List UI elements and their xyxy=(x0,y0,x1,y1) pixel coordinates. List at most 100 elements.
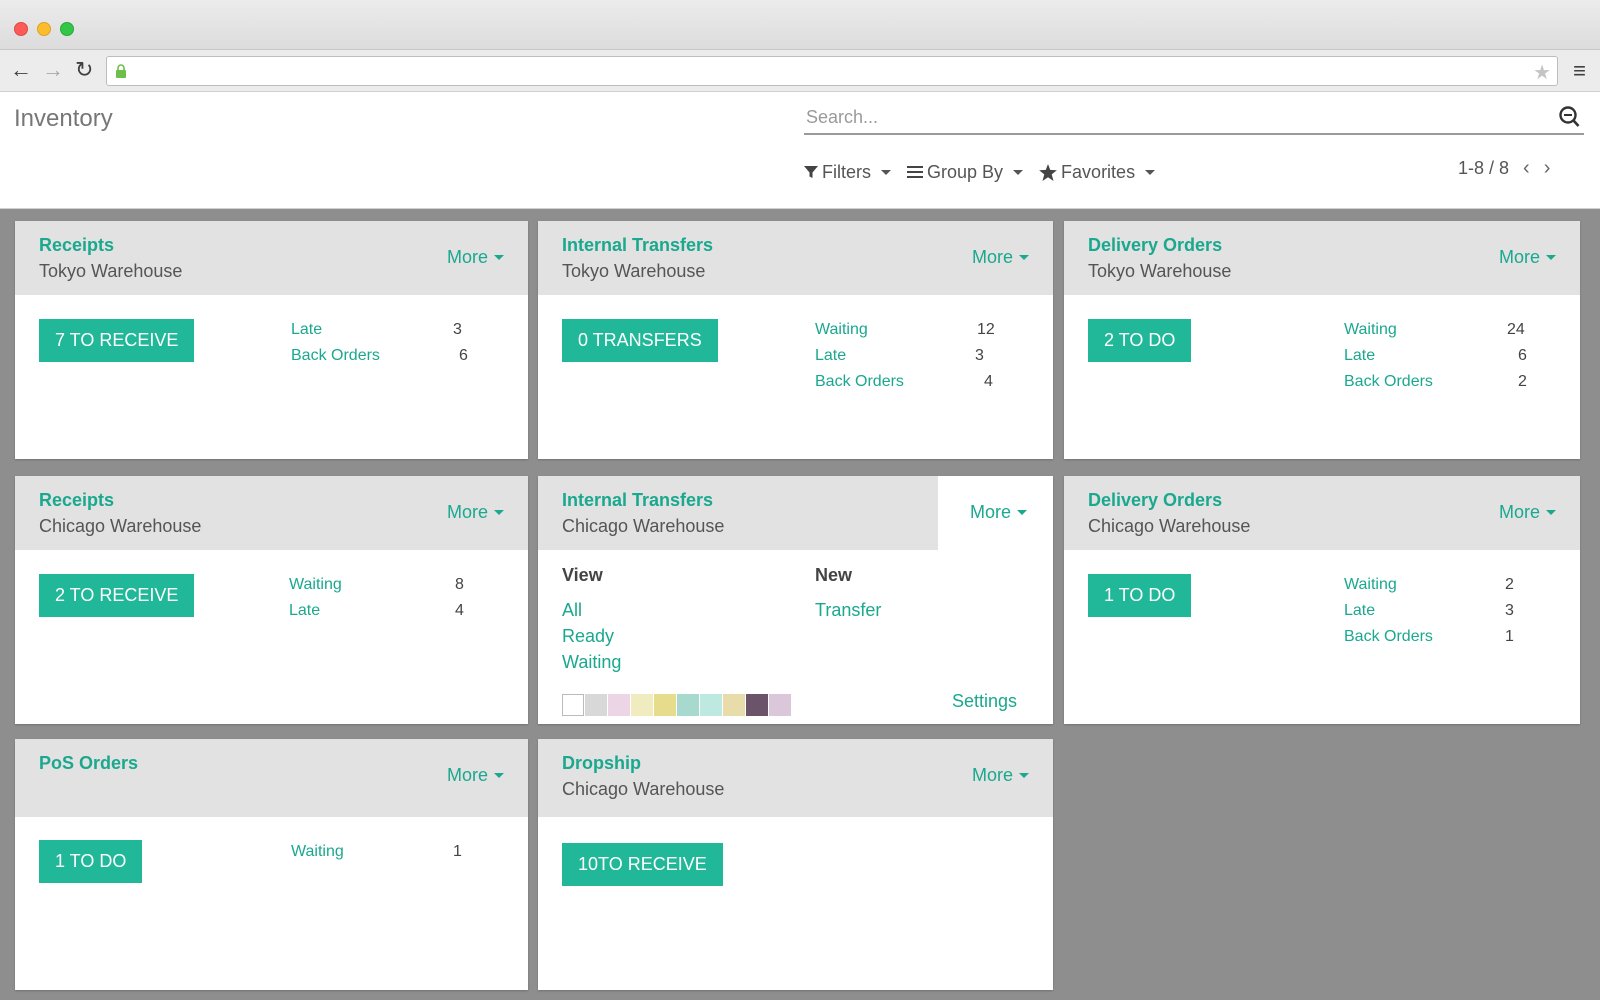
more-label: More xyxy=(969,502,1011,522)
color-swatch[interactable] xyxy=(654,694,676,716)
favorites-dropdown[interactable]: Favorites xyxy=(1039,162,1156,183)
search-input[interactable] xyxy=(806,103,1506,131)
more-label: More xyxy=(971,247,1013,267)
stat-label-waiting[interactable]: Waiting xyxy=(289,576,342,594)
kanban-card[interactable]: Internal Transfers Tokyo Warehouse More … xyxy=(538,221,1053,459)
to-do-button[interactable]: 2 TO DO xyxy=(1088,319,1192,362)
card-title[interactable]: Receipts xyxy=(39,235,114,256)
color-swatch[interactable] xyxy=(562,694,584,716)
kanban-card[interactable]: Delivery Orders Chicago Warehouse More 1… xyxy=(1064,476,1580,724)
card-title[interactable]: Internal Transfers xyxy=(562,235,713,256)
stat-label-back-orders[interactable]: Back Orders xyxy=(1344,628,1433,646)
card-subtitle: Chicago Warehouse xyxy=(1088,516,1251,536)
stat-label-waiting[interactable]: Waiting xyxy=(291,843,344,861)
color-swatch[interactable] xyxy=(700,694,722,716)
zoom-window-button[interactable] xyxy=(60,22,74,36)
more-dropdown[interactable]: More xyxy=(447,765,504,786)
kanban-card-menu-open[interactable]: Internal Transfers Chicago Warehouse Mor… xyxy=(538,476,1053,724)
color-swatch[interactable] xyxy=(769,694,791,716)
to-do-button[interactable]: 1 TO DO xyxy=(1088,574,1192,617)
stat-label-back-orders[interactable]: Back Orders xyxy=(815,373,904,391)
more-dropdown[interactable]: More xyxy=(447,247,504,268)
list-icon xyxy=(907,166,923,178)
kanban-card[interactable]: Receipts Chicago Warehouse More 2 TO REC… xyxy=(15,476,528,724)
more-label: More xyxy=(1498,502,1540,522)
caret-down-icon xyxy=(1013,169,1024,175)
title-bar xyxy=(0,0,1600,50)
card-header: Delivery Orders Tokyo Warehouse More xyxy=(1064,221,1580,295)
card-title[interactable]: Receipts xyxy=(39,490,114,511)
card-title[interactable]: Dropship xyxy=(562,753,641,774)
star-icon xyxy=(1039,163,1057,181)
card-title[interactable]: Delivery Orders xyxy=(1088,490,1222,511)
stat-label-late[interactable]: Late xyxy=(1344,347,1375,365)
filters-dropdown[interactable]: Filters xyxy=(804,162,891,183)
stat-value: 24 xyxy=(1507,321,1525,338)
more-dropdown[interactable]: More xyxy=(447,502,504,523)
close-window-button[interactable] xyxy=(14,22,28,36)
pager-value[interactable]: 1-8 / 8 xyxy=(1458,158,1509,179)
stat-label-late[interactable]: Late xyxy=(815,347,846,365)
color-swatch[interactable] xyxy=(608,694,630,716)
more-dropdown[interactable]: More xyxy=(1499,502,1556,523)
stat-value: 6 xyxy=(459,347,468,364)
to-receive-button[interactable]: 2 TO RECEIVE xyxy=(39,574,195,617)
view-all-link[interactable]: All xyxy=(562,600,582,621)
kanban-card[interactable]: Dropship Chicago Warehouse More 10TO REC… xyxy=(538,739,1053,990)
to-receive-button[interactable]: 7 TO RECEIVE xyxy=(39,319,195,362)
bookmark-star-icon[interactable]: ★ xyxy=(1533,60,1551,85)
card-subtitle: Chicago Warehouse xyxy=(562,779,725,799)
more-dropdown[interactable]: More xyxy=(1499,247,1556,268)
caret-down-icon xyxy=(1145,169,1156,175)
card-title[interactable]: Internal Transfers xyxy=(562,490,713,511)
chevron-left-icon[interactable]: ‹ xyxy=(1523,157,1530,180)
color-swatch[interactable] xyxy=(723,694,745,716)
minimize-window-button[interactable] xyxy=(37,22,51,36)
more-dropdown[interactable]: More xyxy=(972,765,1029,786)
stat-label-waiting[interactable]: Waiting xyxy=(815,321,868,339)
browser-toolbar: ← → ↻ ★ ≡ xyxy=(0,50,1600,92)
group-by-dropdown[interactable]: Group By xyxy=(907,162,1024,183)
browser-window: ← → ↻ ★ ≡ Inventory Filters xyxy=(0,0,1600,1000)
stat-label-late[interactable]: Late xyxy=(291,321,322,339)
card-title[interactable]: PoS Orders xyxy=(39,753,138,774)
stat-label-late[interactable]: Late xyxy=(1344,602,1375,620)
stat-value: 2 xyxy=(1518,373,1527,390)
stat-label-back-orders[interactable]: Back Orders xyxy=(291,347,380,365)
stat-value: 4 xyxy=(455,602,464,619)
kanban-card[interactable]: Delivery Orders Tokyo Warehouse More 2 T… xyxy=(1064,221,1580,459)
address-bar[interactable]: ★ xyxy=(106,56,1558,86)
forward-arrow-icon[interactable]: → xyxy=(42,58,64,82)
chevron-right-icon[interactable]: › xyxy=(1544,157,1551,180)
kanban-card[interactable]: PoS Orders More 1 TO DO Waiting 1 xyxy=(15,739,528,990)
more-label: More xyxy=(446,247,488,267)
more-dropdown[interactable]: More xyxy=(970,502,1027,523)
color-swatch[interactable] xyxy=(677,694,699,716)
stat-label-waiting[interactable]: Waiting xyxy=(1344,576,1397,594)
new-transfer-link[interactable]: Transfer xyxy=(815,600,881,621)
caret-down-icon xyxy=(1019,773,1029,778)
view-waiting-link[interactable]: Waiting xyxy=(562,652,621,673)
card-header: Internal Transfers Tokyo Warehouse More xyxy=(538,221,1053,295)
back-arrow-icon[interactable]: ← xyxy=(10,58,32,82)
caret-down-icon xyxy=(1546,510,1556,515)
to-do-button[interactable]: 1 TO DO xyxy=(39,840,143,883)
card-title[interactable]: Delivery Orders xyxy=(1088,235,1222,256)
stat-label-late[interactable]: Late xyxy=(289,602,320,620)
stat-label-back-orders[interactable]: Back Orders xyxy=(1344,373,1433,391)
reload-icon[interactable]: ↻ xyxy=(75,58,93,82)
color-swatch[interactable] xyxy=(585,694,607,716)
view-ready-link[interactable]: Ready xyxy=(562,626,614,647)
kanban-card[interactable]: Receipts Tokyo Warehouse More 7 TO RECEI… xyxy=(15,221,528,459)
to-receive-button[interactable]: 10TO RECEIVE xyxy=(562,843,723,886)
stat-value: 3 xyxy=(975,347,984,364)
color-swatch[interactable] xyxy=(631,694,653,716)
transfers-button[interactable]: 0 TRANSFERS xyxy=(562,319,718,362)
card-header: Dropship Chicago Warehouse More xyxy=(538,739,1053,817)
more-dropdown[interactable]: More xyxy=(972,247,1029,268)
color-swatch[interactable] xyxy=(746,694,768,716)
stat-label-waiting[interactable]: Waiting xyxy=(1344,321,1397,339)
settings-link[interactable]: Settings xyxy=(952,691,1017,712)
search-icon[interactable] xyxy=(1558,105,1580,129)
browser-menu-icon[interactable]: ≡ xyxy=(1573,58,1586,84)
